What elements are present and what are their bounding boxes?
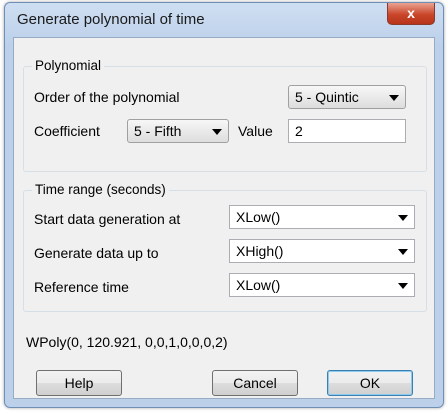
start-label: Start data generation at <box>34 211 181 227</box>
polynomial-group: Polynomial Order of the polynomial 5 - Q… <box>23 58 427 172</box>
chevron-down-icon <box>398 283 408 289</box>
time-range-group: Time range (seconds) Start data generati… <box>23 182 427 312</box>
time-range-group-title: Time range (seconds) <box>32 182 169 197</box>
ok-button[interactable]: OK <box>327 370 413 396</box>
close-icon: x <box>407 5 415 21</box>
cancel-button[interactable]: Cancel <box>212 370 298 396</box>
chevron-down-icon <box>212 129 222 135</box>
upto-select-value: XHigh() <box>236 243 284 259</box>
chevron-down-icon <box>389 95 399 101</box>
chevron-down-icon <box>398 215 408 221</box>
coefficient-label: Coefficient <box>34 123 100 139</box>
formula-text: WPoly(0, 120.921, 0,0,1,0,0,0,2) <box>26 334 228 350</box>
order-select[interactable]: 5 - Quintic <box>288 85 406 109</box>
chevron-down-icon <box>398 249 408 255</box>
close-button[interactable]: x <box>387 3 435 25</box>
dialog-window: Generate polynomial of time x Polynomial… <box>4 2 444 408</box>
reference-select[interactable]: XLow() <box>229 273 415 297</box>
dialog-client: Polynomial Order of the polynomial 5 - Q… <box>13 37 435 399</box>
start-select[interactable]: XLow() <box>229 205 415 229</box>
upto-select[interactable]: XHigh() <box>229 239 415 263</box>
help-button[interactable]: Help <box>36 370 122 396</box>
polynomial-group-title: Polynomial <box>32 58 105 73</box>
value-field[interactable] <box>288 119 406 143</box>
order-select-value: 5 - Quintic <box>295 89 359 105</box>
value-label: Value <box>238 123 273 139</box>
dialog-title: Generate polynomial of time <box>17 11 205 28</box>
upto-label: Generate data up to <box>34 245 159 261</box>
coefficient-select[interactable]: 5 - Fifth <box>127 119 229 143</box>
start-select-value: XLow() <box>236 209 281 225</box>
reference-label: Reference time <box>34 279 129 295</box>
reference-select-value: XLow() <box>236 277 281 293</box>
coefficient-select-value: 5 - Fifth <box>134 123 182 139</box>
value-input[interactable] <box>289 120 405 142</box>
order-label: Order of the polynomial <box>34 89 180 105</box>
